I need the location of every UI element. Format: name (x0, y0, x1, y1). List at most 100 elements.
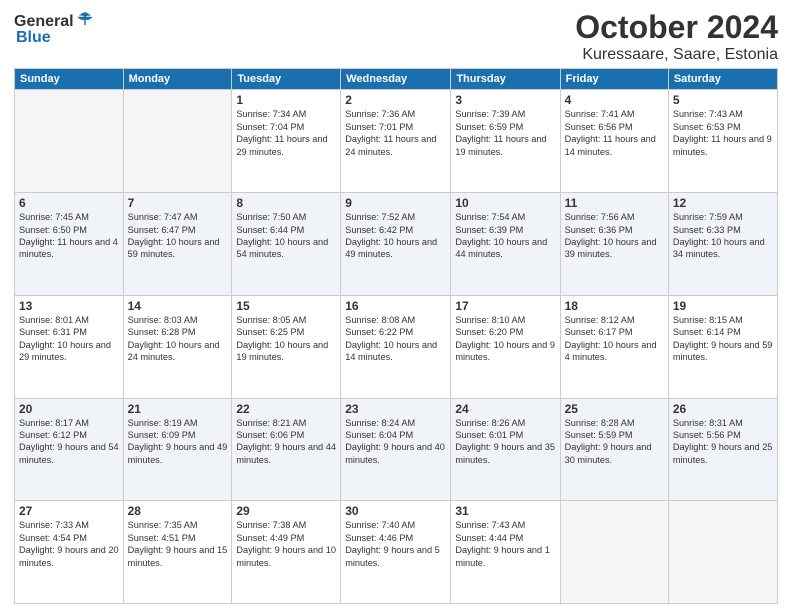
top-section: General Blue October 2024 Kuressaare, Sa… (14, 10, 778, 64)
table-row: 7Sunrise: 7:47 AM Sunset: 6:47 PM Daylig… (123, 193, 232, 296)
table-row: 12Sunrise: 7:59 AM Sunset: 6:33 PM Dayli… (668, 193, 777, 296)
table-row: 21Sunrise: 8:19 AM Sunset: 6:09 PM Dayli… (123, 398, 232, 501)
day-number: 18 (565, 299, 664, 313)
day-info: Sunrise: 8:15 AM Sunset: 6:14 PM Dayligh… (673, 314, 773, 364)
logo: General Blue (14, 14, 94, 46)
day-number: 20 (19, 402, 119, 416)
table-row: 5Sunrise: 7:43 AM Sunset: 6:53 PM Daylig… (668, 90, 777, 193)
table-row (15, 90, 124, 193)
table-row: 11Sunrise: 7:56 AM Sunset: 6:36 PM Dayli… (560, 193, 668, 296)
header-right: October 2024 Kuressaare, Saare, Estonia (575, 10, 778, 64)
day-info: Sunrise: 8:17 AM Sunset: 6:12 PM Dayligh… (19, 417, 119, 467)
col-wednesday: Wednesday (341, 69, 451, 90)
table-row: 17Sunrise: 8:10 AM Sunset: 6:20 PM Dayli… (451, 295, 560, 398)
month-title: October 2024 (575, 10, 778, 45)
logo-stacked: General Blue (14, 14, 94, 46)
day-number: 27 (19, 504, 119, 518)
table-row: 19Sunrise: 8:15 AM Sunset: 6:14 PM Dayli… (668, 295, 777, 398)
table-row: 15Sunrise: 8:05 AM Sunset: 6:25 PM Dayli… (232, 295, 341, 398)
day-info: Sunrise: 8:24 AM Sunset: 6:04 PM Dayligh… (345, 417, 446, 467)
calendar-week-row: 20Sunrise: 8:17 AM Sunset: 6:12 PM Dayli… (15, 398, 778, 501)
table-row: 29Sunrise: 7:38 AM Sunset: 4:49 PM Dayli… (232, 501, 341, 604)
day-info: Sunrise: 7:43 AM Sunset: 4:44 PM Dayligh… (455, 519, 555, 569)
page: General Blue October 2024 Kuressaare, Sa… (0, 0, 792, 612)
day-info: Sunrise: 7:41 AM Sunset: 6:56 PM Dayligh… (565, 108, 664, 158)
table-row: 26Sunrise: 8:31 AM Sunset: 5:56 PM Dayli… (668, 398, 777, 501)
day-info: Sunrise: 7:54 AM Sunset: 6:39 PM Dayligh… (455, 211, 555, 261)
table-row: 22Sunrise: 8:21 AM Sunset: 6:06 PM Dayli… (232, 398, 341, 501)
day-number: 31 (455, 504, 555, 518)
table-row: 23Sunrise: 8:24 AM Sunset: 6:04 PM Dayli… (341, 398, 451, 501)
day-number: 8 (236, 196, 336, 210)
day-number: 12 (673, 196, 773, 210)
day-info: Sunrise: 7:35 AM Sunset: 4:51 PM Dayligh… (128, 519, 228, 569)
day-number: 15 (236, 299, 336, 313)
day-number: 16 (345, 299, 446, 313)
table-row: 9Sunrise: 7:52 AM Sunset: 6:42 PM Daylig… (341, 193, 451, 296)
table-row: 24Sunrise: 8:26 AM Sunset: 6:01 PM Dayli… (451, 398, 560, 501)
day-number: 24 (455, 402, 555, 416)
calendar-week-row: 1Sunrise: 7:34 AM Sunset: 7:04 PM Daylig… (15, 90, 778, 193)
table-row (560, 501, 668, 604)
day-number: 11 (565, 196, 664, 210)
table-row: 1Sunrise: 7:34 AM Sunset: 7:04 PM Daylig… (232, 90, 341, 193)
day-number: 6 (19, 196, 119, 210)
day-info: Sunrise: 7:59 AM Sunset: 6:33 PM Dayligh… (673, 211, 773, 261)
logo-general: General (14, 14, 74, 30)
table-row: 6Sunrise: 7:45 AM Sunset: 6:50 PM Daylig… (15, 193, 124, 296)
table-row: 30Sunrise: 7:40 AM Sunset: 4:46 PM Dayli… (341, 501, 451, 604)
table-row: 4Sunrise: 7:41 AM Sunset: 6:56 PM Daylig… (560, 90, 668, 193)
day-number: 3 (455, 93, 555, 107)
day-info: Sunrise: 8:31 AM Sunset: 5:56 PM Dayligh… (673, 417, 773, 467)
day-number: 7 (128, 196, 228, 210)
calendar-table: Sunday Monday Tuesday Wednesday Thursday… (14, 68, 778, 604)
day-number: 9 (345, 196, 446, 210)
day-info: Sunrise: 8:12 AM Sunset: 6:17 PM Dayligh… (565, 314, 664, 364)
day-number: 10 (455, 196, 555, 210)
day-number: 23 (345, 402, 446, 416)
table-row (668, 501, 777, 604)
day-info: Sunrise: 7:36 AM Sunset: 7:01 PM Dayligh… (345, 108, 446, 158)
day-info: Sunrise: 7:33 AM Sunset: 4:54 PM Dayligh… (19, 519, 119, 569)
day-info: Sunrise: 8:10 AM Sunset: 6:20 PM Dayligh… (455, 314, 555, 364)
table-row: 3Sunrise: 7:39 AM Sunset: 6:59 PM Daylig… (451, 90, 560, 193)
table-row: 16Sunrise: 8:08 AM Sunset: 6:22 PM Dayli… (341, 295, 451, 398)
table-row: 27Sunrise: 7:33 AM Sunset: 4:54 PM Dayli… (15, 501, 124, 604)
day-info: Sunrise: 8:08 AM Sunset: 6:22 PM Dayligh… (345, 314, 446, 364)
day-info: Sunrise: 7:43 AM Sunset: 6:53 PM Dayligh… (673, 108, 773, 158)
day-number: 5 (673, 93, 773, 107)
table-row: 18Sunrise: 8:12 AM Sunset: 6:17 PM Dayli… (560, 295, 668, 398)
day-info: Sunrise: 8:01 AM Sunset: 6:31 PM Dayligh… (19, 314, 119, 364)
header-row: Sunday Monday Tuesday Wednesday Thursday… (15, 69, 778, 90)
day-info: Sunrise: 7:39 AM Sunset: 6:59 PM Dayligh… (455, 108, 555, 158)
col-friday: Friday (560, 69, 668, 90)
day-number: 4 (565, 93, 664, 107)
day-info: Sunrise: 8:19 AM Sunset: 6:09 PM Dayligh… (128, 417, 228, 467)
table-row: 8Sunrise: 7:50 AM Sunset: 6:44 PM Daylig… (232, 193, 341, 296)
day-info: Sunrise: 7:40 AM Sunset: 4:46 PM Dayligh… (345, 519, 446, 569)
table-row: 10Sunrise: 7:54 AM Sunset: 6:39 PM Dayli… (451, 193, 560, 296)
col-tuesday: Tuesday (232, 69, 341, 90)
day-info: Sunrise: 7:56 AM Sunset: 6:36 PM Dayligh… (565, 211, 664, 261)
table-row: 14Sunrise: 8:03 AM Sunset: 6:28 PM Dayli… (123, 295, 232, 398)
day-number: 19 (673, 299, 773, 313)
day-info: Sunrise: 7:52 AM Sunset: 6:42 PM Dayligh… (345, 211, 446, 261)
calendar-week-row: 13Sunrise: 8:01 AM Sunset: 6:31 PM Dayli… (15, 295, 778, 398)
logo-bird-icon (76, 10, 94, 28)
day-number: 2 (345, 93, 446, 107)
table-row: 13Sunrise: 8:01 AM Sunset: 6:31 PM Dayli… (15, 295, 124, 398)
day-info: Sunrise: 8:26 AM Sunset: 6:01 PM Dayligh… (455, 417, 555, 467)
day-number: 25 (565, 402, 664, 416)
day-info: Sunrise: 7:50 AM Sunset: 6:44 PM Dayligh… (236, 211, 336, 261)
day-number: 1 (236, 93, 336, 107)
day-number: 21 (128, 402, 228, 416)
day-info: Sunrise: 7:38 AM Sunset: 4:49 PM Dayligh… (236, 519, 336, 569)
location-title: Kuressaare, Saare, Estonia (575, 45, 778, 64)
table-row (123, 90, 232, 193)
day-number: 28 (128, 504, 228, 518)
col-thursday: Thursday (451, 69, 560, 90)
table-row: 20Sunrise: 8:17 AM Sunset: 6:12 PM Dayli… (15, 398, 124, 501)
day-info: Sunrise: 7:34 AM Sunset: 7:04 PM Dayligh… (236, 108, 336, 158)
day-number: 29 (236, 504, 336, 518)
table-row: 2Sunrise: 7:36 AM Sunset: 7:01 PM Daylig… (341, 90, 451, 193)
